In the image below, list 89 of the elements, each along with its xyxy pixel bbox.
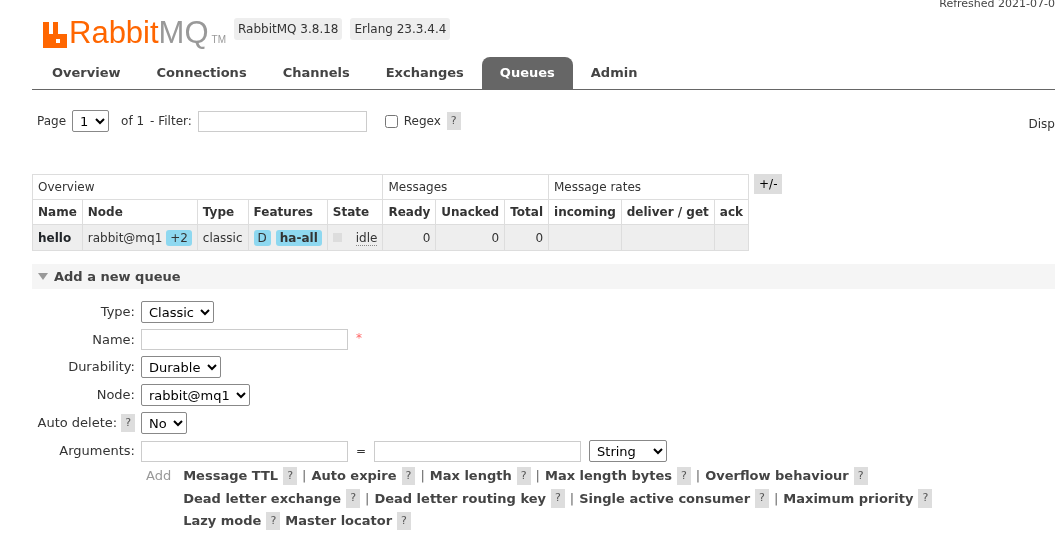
name-field[interactable] <box>141 329 348 350</box>
page-select[interactable]: 1 <box>72 110 110 132</box>
column-header: Ready <box>382 199 436 225</box>
help-button[interactable]: ? <box>516 466 531 485</box>
argument-link[interactable]: Max length <box>429 466 512 486</box>
column-header: ack <box>714 199 749 225</box>
argument-link[interactable]: Auto expire <box>311 466 397 486</box>
field-label: Node: <box>96 386 135 405</box>
feature-badge: D <box>253 229 271 246</box>
nav-tab[interactable]: Overview <box>34 56 139 89</box>
filter-field[interactable] <box>197 110 367 132</box>
help-button[interactable]: ? <box>551 489 565 508</box>
field-label: Name: <box>92 330 135 349</box>
group-header: Messages <box>382 174 549 200</box>
column-header: State <box>327 199 383 225</box>
argument-link[interactable]: Overflow behaviour <box>705 466 849 486</box>
section-title: Add a new queue <box>54 267 181 286</box>
trademark-text: TM <box>211 35 226 45</box>
column-header: Features <box>248 199 328 225</box>
group-header: Overview <box>32 174 383 200</box>
field-label: Arguments: <box>59 442 135 461</box>
regex-label: Regex <box>403 113 441 130</box>
version-badge: RabbitMQ 3.8.18 <box>234 18 343 40</box>
nav-tab[interactable]: Admin <box>572 56 656 89</box>
page-count: of 1 <box>121 113 145 130</box>
help-button[interactable]: ? <box>397 511 411 530</box>
separator-text: | <box>420 467 425 485</box>
help-button[interactable]: ? <box>918 489 933 508</box>
nav-tab[interactable]: Queues <box>481 56 573 89</box>
field-label: Durability: <box>68 358 135 377</box>
dropdown[interactable]: Classic <box>141 301 214 323</box>
separator-text: | <box>569 489 575 508</box>
column-header: Name <box>32 199 83 225</box>
argument-link[interactable]: Lazy mode <box>183 511 262 531</box>
table-cell: 0 <box>435 224 505 251</box>
equals-sign: = <box>356 443 367 460</box>
help-button[interactable]: ? <box>853 466 868 485</box>
required-mark: * <box>356 330 362 347</box>
dropdown[interactable]: rabbit@mq1 <box>141 384 250 406</box>
column-header: incoming <box>548 199 622 225</box>
help-button[interactable]: ? <box>755 489 769 508</box>
argument-link[interactable]: Maximum priority <box>783 488 914 508</box>
node-text: rabbit@mq1 <box>87 230 164 245</box>
dropdown[interactable]: No <box>141 412 187 434</box>
help-button[interactable]: ? <box>266 511 281 530</box>
column-header: Type <box>197 199 249 225</box>
separator-text: | <box>773 489 779 508</box>
node-count-badge: +2 <box>166 229 192 246</box>
dropdown[interactable]: Durable <box>141 356 221 378</box>
column-toggle-button[interactable]: +/- <box>754 174 783 194</box>
separator-text: | <box>695 467 701 485</box>
logo-icon <box>43 22 67 48</box>
help-button[interactable]: ? <box>346 489 360 508</box>
argument-link[interactable]: Single active consumer <box>579 488 751 508</box>
argument-value-field[interactable] <box>374 440 582 462</box>
field-label: Type: <box>100 303 135 322</box>
argument-link[interactable]: Dead letter routing key <box>374 488 546 508</box>
argument-link[interactable]: Max length bytes <box>544 466 672 486</box>
regex-checkbox[interactable] <box>384 114 398 128</box>
group-header: Message rates <box>548 174 749 200</box>
argument-link[interactable]: Message TTL <box>183 466 279 486</box>
argument-link[interactable]: Dead letter exchange <box>183 488 342 508</box>
dropdown[interactable]: String <box>589 440 668 462</box>
separator-text: | <box>365 489 370 508</box>
nav-tab[interactable]: Exchanges <box>367 56 482 89</box>
nav-tab[interactable]: Connections <box>138 56 265 89</box>
column-header: Unacked <box>435 199 505 225</box>
help-button[interactable]: ? <box>446 111 461 131</box>
argument-key-field[interactable] <box>141 440 348 462</box>
display-text: Disp <box>1028 116 1055 133</box>
field-label: Auto delete: <box>37 414 118 433</box>
separator-text: | <box>535 467 540 485</box>
column-header: deliver / get <box>621 199 715 225</box>
separator-text: | <box>302 467 307 485</box>
feature-badge: ha-all <box>275 229 322 246</box>
nav-tab[interactable]: Channels <box>264 56 368 89</box>
column-header: Node <box>82 199 198 225</box>
argument-link[interactable]: Master locator <box>285 511 393 531</box>
state-text: idle <box>355 230 378 246</box>
help-button[interactable]: ? <box>283 466 297 485</box>
version-badge: Erlang 23.3.4.4 <box>350 18 451 40</box>
expand-icon[interactable] <box>38 273 48 280</box>
filter-label: - Filter: <box>150 113 192 130</box>
logo-text: RabbitMQ <box>69 17 209 48</box>
help-button[interactable]: ? <box>121 413 135 433</box>
help-button[interactable]: ? <box>401 466 416 485</box>
page-label: Page <box>37 113 67 130</box>
column-header: Total <box>504 199 549 225</box>
help-button[interactable]: ? <box>676 466 691 485</box>
